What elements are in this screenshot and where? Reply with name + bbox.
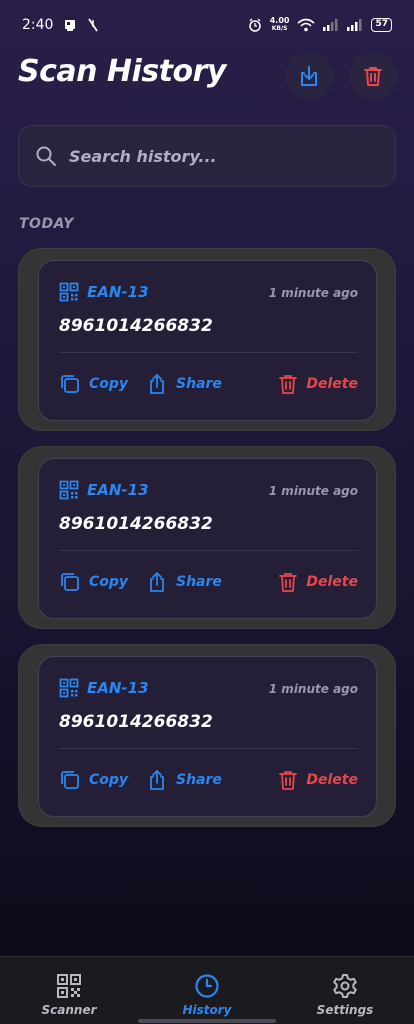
scan-time: 1 minute ago xyxy=(268,484,358,498)
trash-icon xyxy=(279,573,298,592)
nav-item-settings[interactable]: Settings xyxy=(276,957,414,1024)
copy-button[interactable]: Copy xyxy=(59,373,128,395)
share-label: Share xyxy=(176,772,222,788)
qr-code-icon xyxy=(59,480,79,500)
bottom-navigation: Scanner History Settings xyxy=(0,956,414,1024)
history-card[interactable]: EAN-13 1 minute ago 8961014266832 Copy S… xyxy=(18,446,396,629)
scan-time: 1 minute ago xyxy=(268,682,358,696)
scan-history-screen: 2:40 4.00 KB/S 57 Scan History Search hi… xyxy=(0,0,414,1024)
status-bar: 2:40 4.00 KB/S 57 xyxy=(0,0,414,50)
share-button[interactable]: Share xyxy=(146,769,222,791)
card-divider xyxy=(59,550,358,551)
search-icon xyxy=(36,146,56,166)
share-label: Share xyxy=(176,376,222,392)
nav-label-history: History xyxy=(182,1003,232,1017)
gear-icon xyxy=(333,974,357,998)
nav-label-scanner: Scanner xyxy=(41,1003,97,1017)
signal-icon-2 xyxy=(347,19,363,31)
barcode-value: 8961014266832 xyxy=(59,316,213,336)
history-card-body: EAN-13 1 minute ago 8961014266832 Copy S… xyxy=(38,458,377,619)
copy-label: Copy xyxy=(89,574,129,590)
history-card[interactable]: EAN-13 1 minute ago 8961014266832 Copy S… xyxy=(18,248,396,431)
qr-code-icon xyxy=(59,282,79,302)
copy-button[interactable]: Copy xyxy=(59,571,128,593)
copy-icon xyxy=(61,771,79,789)
scan-time: 1 minute ago xyxy=(268,286,358,300)
share-icon xyxy=(150,374,164,394)
share-button[interactable]: Share xyxy=(146,571,222,593)
share-icon xyxy=(150,770,164,790)
nav-item-history[interactable]: History xyxy=(138,957,276,1024)
network-speed: 4.00 KB/S xyxy=(270,17,290,33)
delete-button[interactable]: Delete xyxy=(278,571,358,593)
search-input[interactable] xyxy=(69,146,379,166)
barcode-type: EAN-13 xyxy=(87,283,149,301)
barcode-type: EAN-13 xyxy=(87,679,149,697)
card-divider xyxy=(59,748,358,749)
delete-label: Delete xyxy=(306,772,358,788)
status-time: 2:40 xyxy=(22,17,54,33)
nav-item-scanner[interactable]: Scanner xyxy=(0,957,138,1024)
history-card-body: EAN-13 1 minute ago 8961014266832 Copy S… xyxy=(38,260,377,421)
home-indicator[interactable] xyxy=(138,1019,276,1023)
history-card-body: EAN-13 1 minute ago 8961014266832 Copy S… xyxy=(38,656,377,817)
card-type-row: EAN-13 xyxy=(59,480,149,500)
wifi-icon xyxy=(297,18,315,32)
trash-icon xyxy=(279,771,298,790)
signal-icon xyxy=(323,19,339,31)
network-speed-unit: KB/S xyxy=(271,25,288,32)
network-speed-value: 4.00 xyxy=(269,16,290,25)
card-type-row: EAN-13 xyxy=(59,282,149,302)
barcode-value: 8961014266832 xyxy=(59,514,213,534)
alarm-icon xyxy=(248,18,262,32)
battery-indicator: 57 xyxy=(371,18,392,32)
trash-icon xyxy=(364,67,382,86)
barcode-value: 8961014266832 xyxy=(59,712,213,732)
delete-button[interactable]: Delete xyxy=(278,769,358,791)
copy-button[interactable]: Copy xyxy=(59,769,128,791)
copy-label: Copy xyxy=(89,772,129,788)
trash-icon xyxy=(279,375,298,394)
share-label: Share xyxy=(176,574,222,590)
search-bar[interactable] xyxy=(18,125,396,187)
history-card[interactable]: EAN-13 1 minute ago 8961014266832 Copy S… xyxy=(18,644,396,827)
notification-icon xyxy=(63,18,77,32)
nav-label-settings: Settings xyxy=(316,1003,374,1017)
share-button[interactable]: Share xyxy=(146,373,222,395)
section-label-today: TODAY xyxy=(19,216,74,232)
download-icon xyxy=(301,66,317,86)
copy-icon xyxy=(61,573,79,591)
delete-label: Delete xyxy=(306,574,358,590)
copy-icon xyxy=(61,375,79,393)
barcode-type: EAN-13 xyxy=(87,481,149,499)
export-button[interactable] xyxy=(285,52,333,100)
qr-code-icon xyxy=(57,974,81,998)
share-icon xyxy=(150,572,164,592)
delete-button[interactable]: Delete xyxy=(278,373,358,395)
clear-history-button[interactable] xyxy=(349,52,397,100)
mute-icon xyxy=(87,18,99,32)
card-type-row: EAN-13 xyxy=(59,678,149,698)
page-title: Scan History xyxy=(18,54,226,89)
clock-icon xyxy=(195,974,219,998)
card-divider xyxy=(59,352,358,353)
delete-label: Delete xyxy=(306,376,358,392)
copy-label: Copy xyxy=(89,376,129,392)
qr-code-icon xyxy=(59,678,79,698)
